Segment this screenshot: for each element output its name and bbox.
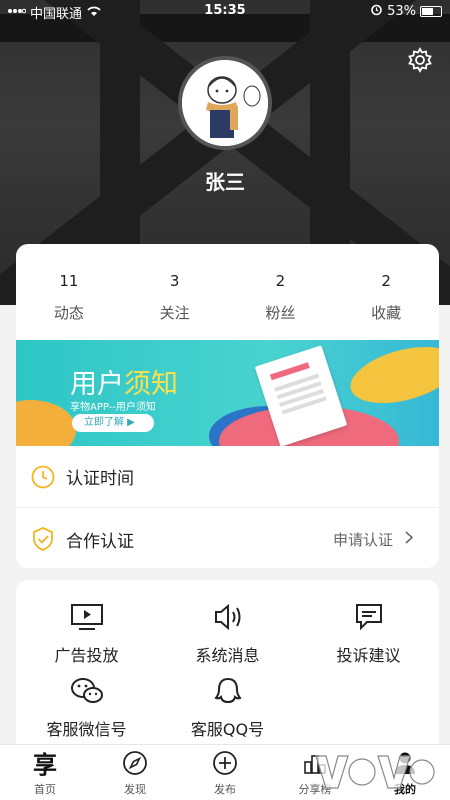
tab-discover[interactable]: 发现 [90,745,180,800]
alarm-icon [370,3,383,20]
home-logo-icon: 享 [33,751,57,779]
username: 张三 [205,170,245,194]
wechat-icon [16,676,157,706]
service-system-messages[interactable]: 系统消息 [157,602,298,666]
banner-subtitle: 享物APP--用户须知 [70,402,156,413]
status-bar: 中国联通 15:35 53% [0,0,450,24]
shield-check-icon [30,526,56,552]
service-label: 客服微信号 [46,720,127,739]
banner-learn-more-button[interactable]: 立即了解 ▶ [72,414,154,432]
stat-label: 粉丝 [265,304,296,322]
stat-value: 2 [381,272,391,290]
tab-label: 首页 [34,783,56,796]
service-label: 广告投放 [54,646,119,665]
stat-value: 3 [169,272,180,290]
service-label: 系统消息 [195,646,260,665]
service-label: 客服QQ号 [190,720,265,739]
stat-value: 2 [275,272,286,290]
message-icon [298,602,439,632]
stat-value: 11 [59,272,79,290]
stats-row: 11 动态 3 关注 2 粉丝 2 收藏 [16,244,439,340]
cooperation-auth-row[interactable]: 合作认证 申请认证 [16,508,439,570]
plus-circle-icon [212,750,238,780]
auth-time-label: 认证时间 [66,469,134,489]
service-wechat[interactable]: 客服微信号 [16,676,157,740]
tab-home[interactable]: 享 首页 [0,745,90,800]
stat-label: 动态 [53,304,84,322]
video-icon [16,602,157,632]
compass-icon [122,750,148,780]
tab-label: 发现 [124,783,146,796]
stat-favorites[interactable]: 2 收藏 [333,244,439,340]
speaker-icon [157,602,298,632]
user-notice-banner[interactable]: 用户须知 享物APP--用户须知 立即了解 ▶ [16,340,439,446]
stat-label: 关注 [159,304,190,322]
tab-publish[interactable]: 发布 [180,745,270,800]
qq-icon [157,676,298,706]
services-card: 广告投放 系统消息 投诉建议 客服微信号 客服QQ号 [16,580,439,755]
cooperation-auth-label: 合作认证 [66,531,134,552]
service-qq[interactable]: 客服QQ号 [157,676,298,740]
stat-following[interactable]: 3 关注 [122,244,228,340]
profile-card: 11 动态 3 关注 2 粉丝 2 收藏 用户须知 享物APP--用户须知 立即… [16,244,439,568]
stat-label: 收藏 [371,304,402,322]
service-ad-placement[interactable]: 广告投放 [16,602,157,666]
avatar[interactable] [178,56,272,150]
settings-gear-icon[interactable] [406,46,434,74]
chevron-right-icon [405,530,414,548]
stat-posts[interactable]: 11 动态 [16,244,122,340]
service-feedback[interactable]: 投诉建议 [298,602,439,666]
battery-percent: 53% [387,4,416,19]
apply-auth-link[interactable]: 申请认证 [333,529,393,550]
tab-label: 发布 [214,783,236,796]
clock-icon [30,464,56,490]
stat-fans[interactable]: 2 粉丝 [228,244,334,340]
watermark-logo [310,748,438,794]
service-label: 投诉建议 [336,646,401,665]
auth-time-row[interactable]: 认证时间 [16,446,439,508]
battery-icon [420,6,442,17]
banner-title: 用户须知 [70,369,178,400]
